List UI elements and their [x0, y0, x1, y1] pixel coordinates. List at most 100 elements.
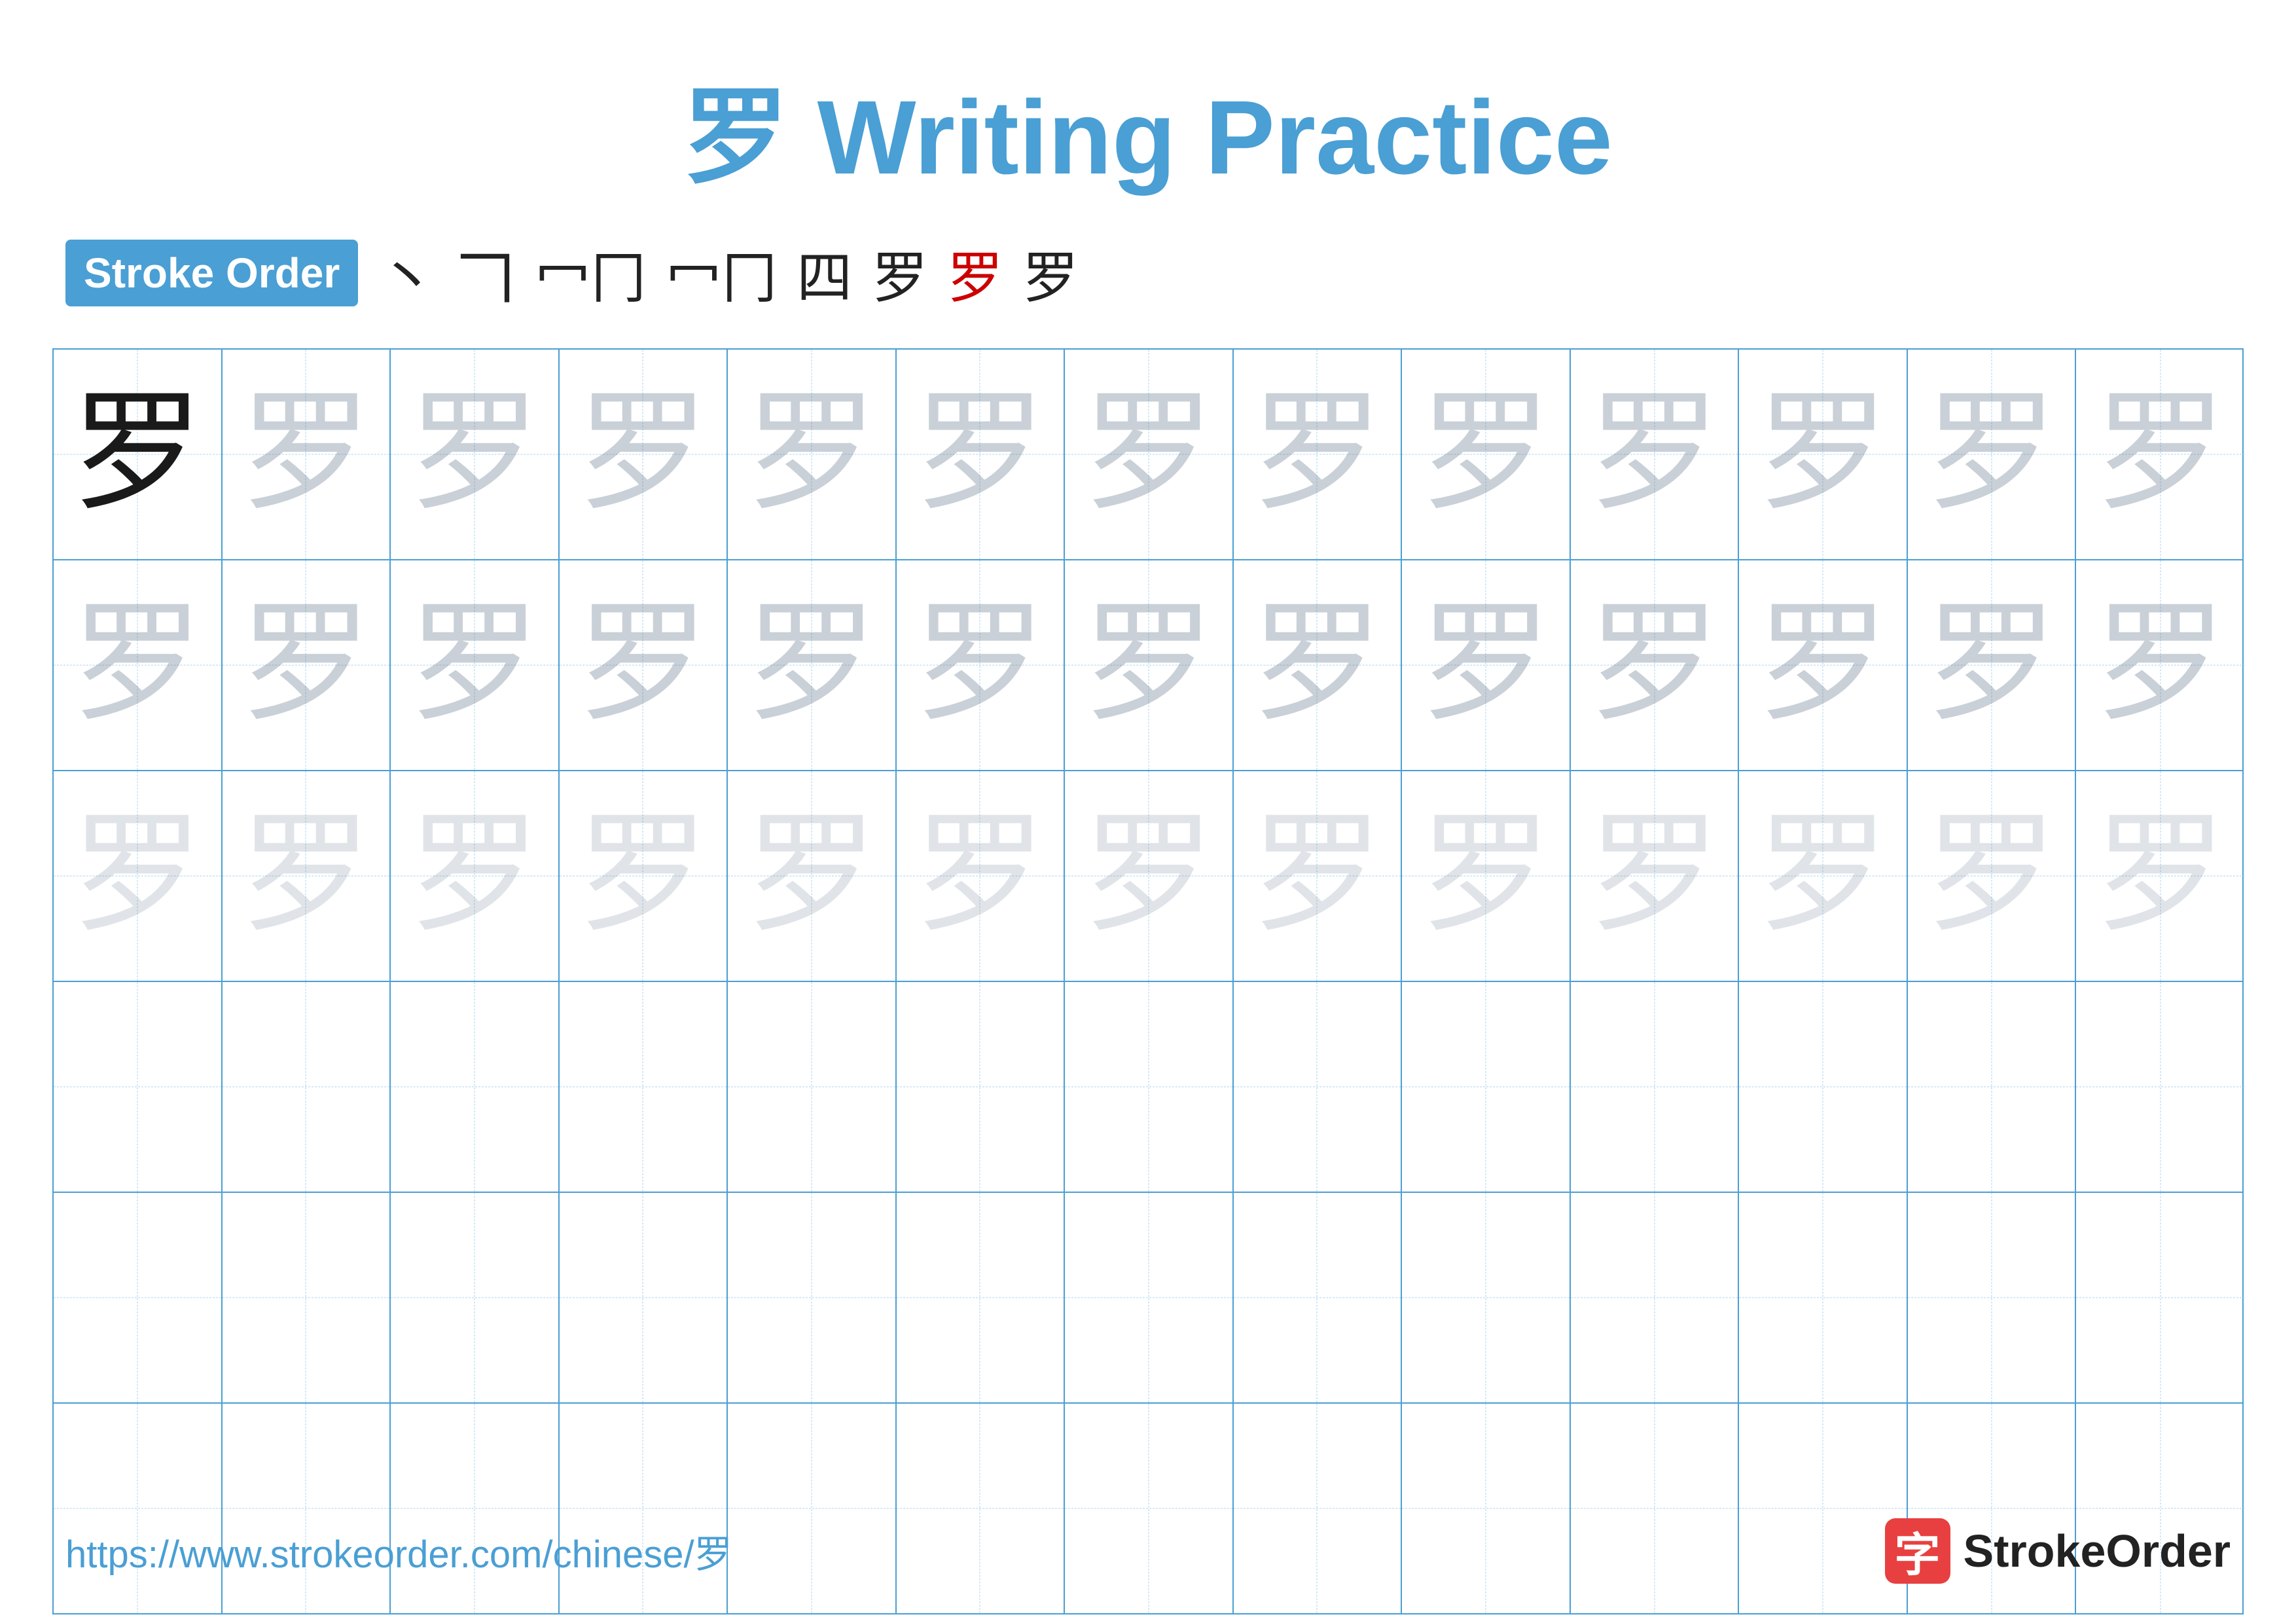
char-r3-c3: 罗	[409, 811, 540, 941]
grid-cell-r2-c2[interactable]: 罗	[223, 560, 391, 770]
char-r2-c3: 罗	[409, 600, 540, 731]
stroke-step-7: 罗	[947, 233, 1003, 314]
grid-cell-r5-c7[interactable]	[1065, 1193, 1234, 1402]
grid-cell-r3-c3[interactable]: 罗	[391, 771, 560, 981]
grid-cell-r1-c4[interactable]: 罗	[560, 350, 728, 559]
grid-cell-r3-c1[interactable]: 罗	[54, 771, 223, 981]
grid-row-5	[54, 1193, 2242, 1404]
grid-cell-r2-c5[interactable]: 罗	[728, 560, 897, 770]
grid-cell-r1-c12[interactable]: 罗	[1908, 350, 2077, 559]
grid-cell-r4-c13[interactable]	[2076, 982, 2245, 1192]
title-text: Writing Practice	[788, 79, 1613, 196]
grid-cell-r1-c8[interactable]: 罗	[1234, 350, 1403, 559]
grid-cell-r5-c4[interactable]	[560, 1193, 728, 1402]
grid-cell-r4-c11[interactable]	[1739, 982, 1908, 1192]
grid-cell-r3-c8[interactable]: 罗	[1234, 771, 1403, 981]
char-r3-c9: 罗	[1420, 811, 1551, 941]
grid-cell-r5-c8[interactable]	[1234, 1193, 1403, 1402]
grid-cell-r3-c10[interactable]: 罗	[1571, 771, 1740, 981]
grid-cell-r3-c4[interactable]: 罗	[560, 771, 728, 981]
grid-cell-r4-c7[interactable]	[1065, 982, 1234, 1192]
char-r2-c9: 罗	[1420, 600, 1551, 731]
grid-cell-r4-c5[interactable]	[728, 982, 897, 1192]
grid-cell-r5-c12[interactable]	[1908, 1193, 2077, 1402]
grid-cell-r3-c11[interactable]: 罗	[1739, 771, 1908, 981]
stroke-step-3: 冖冂	[535, 233, 646, 314]
grid-row-3: 罗 罗 罗 罗 罗 罗 罗 罗 罗 罗 罗 罗 罗	[54, 771, 2242, 982]
grid-cell-r5-c11[interactable]	[1739, 1193, 1908, 1402]
grid-cell-r5-c1[interactable]	[54, 1193, 223, 1402]
grid-cell-r4-c12[interactable]	[1908, 982, 2077, 1192]
grid-cell-r1-c13[interactable]: 罗	[2076, 350, 2245, 559]
grid-cell-r1-c11[interactable]: 罗	[1739, 350, 1908, 559]
grid-cell-r2-c1[interactable]: 罗	[54, 560, 223, 770]
grid-cell-r1-c3[interactable]: 罗	[391, 350, 560, 559]
char-r2-c6: 罗	[914, 600, 1045, 731]
grid-cell-r4-c2[interactable]	[223, 982, 391, 1192]
grid-cell-r1-c7[interactable]: 罗	[1065, 350, 1234, 559]
char-r1-c11: 罗	[1757, 389, 1888, 520]
char-r3-c2: 罗	[240, 811, 371, 941]
grid-cell-r2-c7[interactable]: 罗	[1065, 560, 1234, 770]
grid-cell-r5-c2[interactable]	[223, 1193, 391, 1402]
footer-url[interactable]: https://www.strokeorder.com/chinese/罗	[65, 1523, 732, 1578]
grid-cell-r3-c5[interactable]: 罗	[728, 771, 897, 981]
grid-cell-r5-c10[interactable]	[1571, 1193, 1740, 1402]
grid-cell-r4-c1[interactable]	[54, 982, 223, 1192]
grid-cell-r1-c9[interactable]: 罗	[1402, 350, 1571, 559]
grid-cell-r2-c11[interactable]: 罗	[1739, 560, 1908, 770]
grid-cell-r5-c3[interactable]	[391, 1193, 560, 1402]
grid-cell-r2-c13[interactable]: 罗	[2076, 560, 2245, 770]
grid-cell-r5-c6[interactable]	[897, 1193, 1066, 1402]
char-r1-c13: 罗	[2095, 389, 2226, 520]
grid-row-2: 罗 罗 罗 罗 罗 罗 罗 罗 罗 罗 罗 罗 罗	[54, 560, 2242, 771]
char-r3-c5: 罗	[746, 811, 877, 941]
grid-cell-r4-c3[interactable]	[391, 982, 560, 1192]
stroke-step-8: 罗	[1022, 233, 1078, 314]
char-r2-c11: 罗	[1757, 600, 1888, 731]
logo-text: StrokeOrder	[1964, 1525, 2231, 1577]
stroke-step-6: 罗	[872, 233, 927, 314]
grid-row-4	[54, 982, 2242, 1193]
grid-cell-r1-c10[interactable]: 罗	[1571, 350, 1740, 559]
grid-cell-r5-c13[interactable]	[2076, 1193, 2245, 1402]
char-r2-c2: 罗	[240, 600, 371, 731]
grid-cell-r1-c1[interactable]: 罗	[54, 350, 223, 559]
grid-cell-r2-c3[interactable]: 罗	[391, 560, 560, 770]
char-r2-c5: 罗	[746, 600, 877, 731]
stroke-step-4: 冖冂	[666, 233, 777, 314]
grid-cell-r4-c4[interactable]	[560, 982, 728, 1192]
char-r1-c1: 罗	[72, 389, 203, 520]
grid-cell-r1-c2[interactable]: 罗	[223, 350, 391, 559]
char-r1-c7: 罗	[1083, 389, 1214, 520]
char-r1-c10: 罗	[1589, 389, 1720, 520]
grid-cell-r3-c13[interactable]: 罗	[2076, 771, 2245, 981]
char-r1-c3: 罗	[409, 389, 540, 520]
grid-cell-r2-c6[interactable]: 罗	[897, 560, 1066, 770]
grid-cell-r3-c12[interactable]: 罗	[1908, 771, 2077, 981]
grid-cell-r3-c2[interactable]: 罗	[223, 771, 391, 981]
grid-cell-r4-c9[interactable]	[1402, 982, 1571, 1192]
grid-cell-r2-c8[interactable]: 罗	[1234, 560, 1403, 770]
title-area: 罗 Writing Practice	[0, 0, 2296, 204]
logo-char: 字	[1895, 1518, 1941, 1584]
grid-cell-r1-c5[interactable]: 罗	[728, 350, 897, 559]
title-chinese-char: 罗	[683, 79, 788, 196]
grid-cell-r4-c6[interactable]	[897, 982, 1066, 1192]
grid-cell-r5-c9[interactable]	[1402, 1193, 1571, 1402]
footer-logo: 字 StrokeOrder	[1885, 1518, 2231, 1584]
grid-cell-r2-c9[interactable]: 罗	[1402, 560, 1571, 770]
grid-cell-r2-c4[interactable]: 罗	[560, 560, 728, 770]
grid-cell-r4-c8[interactable]	[1234, 982, 1403, 1192]
grid-cell-r3-c6[interactable]: 罗	[897, 771, 1066, 981]
grid-cell-r3-c7[interactable]: 罗	[1065, 771, 1234, 981]
grid-cell-r3-c9[interactable]: 罗	[1402, 771, 1571, 981]
char-r3-c12: 罗	[1926, 811, 2057, 941]
grid-cell-r2-c10[interactable]: 罗	[1571, 560, 1740, 770]
char-r2-c1: 罗	[72, 600, 203, 731]
char-r2-c10: 罗	[1589, 600, 1720, 731]
grid-cell-r1-c6[interactable]: 罗	[897, 350, 1066, 559]
grid-cell-r5-c5[interactable]	[728, 1193, 897, 1402]
grid-cell-r4-c10[interactable]	[1571, 982, 1740, 1192]
grid-cell-r2-c12[interactable]: 罗	[1908, 560, 2077, 770]
